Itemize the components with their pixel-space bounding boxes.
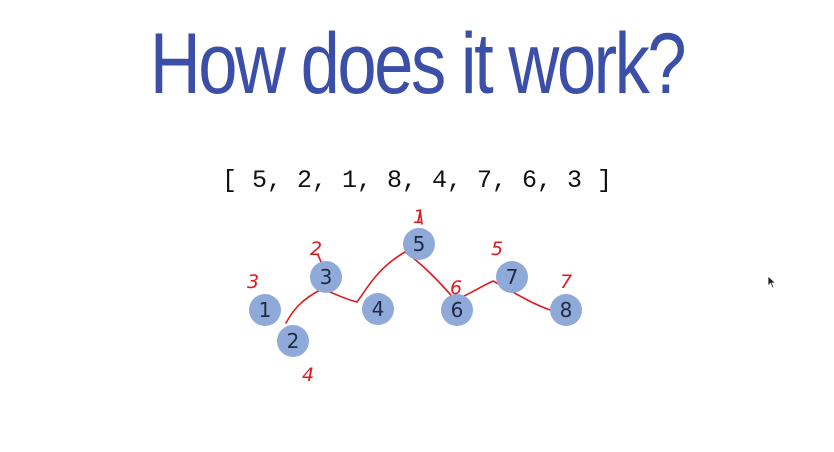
- node-1-label: 1: [259, 298, 272, 322]
- tree-diagram: 1 2 3 4 5 6 7 8 3 2 4 1 6 5 7: [247, 206, 582, 386]
- node-4-label: 4: [372, 297, 385, 321]
- annotation-7: 7: [560, 271, 572, 293]
- node-5-label: 5: [413, 232, 426, 256]
- node-4: 4: [362, 293, 394, 325]
- annotation-5: 5: [491, 238, 503, 260]
- annotation-2: 2: [310, 238, 322, 260]
- mouse-cursor-icon: [767, 275, 777, 289]
- annotation-1: 1: [413, 206, 425, 228]
- node-8-label: 8: [560, 298, 573, 322]
- node-2-label: 2: [287, 329, 300, 353]
- node-8: 8: [550, 294, 582, 326]
- node-7-label: 7: [506, 265, 519, 289]
- node-5: 5: [403, 228, 435, 260]
- annotation-6: 6: [450, 277, 462, 299]
- node-3-label: 3: [320, 265, 333, 289]
- annotation-3: 3: [247, 271, 259, 293]
- annotation-4: 4: [302, 364, 314, 386]
- node-6-label: 6: [451, 298, 464, 322]
- node-2: 2: [277, 325, 309, 357]
- node-1: 1: [249, 294, 281, 326]
- slide: How does it work? [ 5, 2, 1, 8, 4, 7, 6,…: [0, 0, 834, 452]
- node-7: 7: [496, 261, 528, 293]
- node-3: 3: [310, 261, 342, 293]
